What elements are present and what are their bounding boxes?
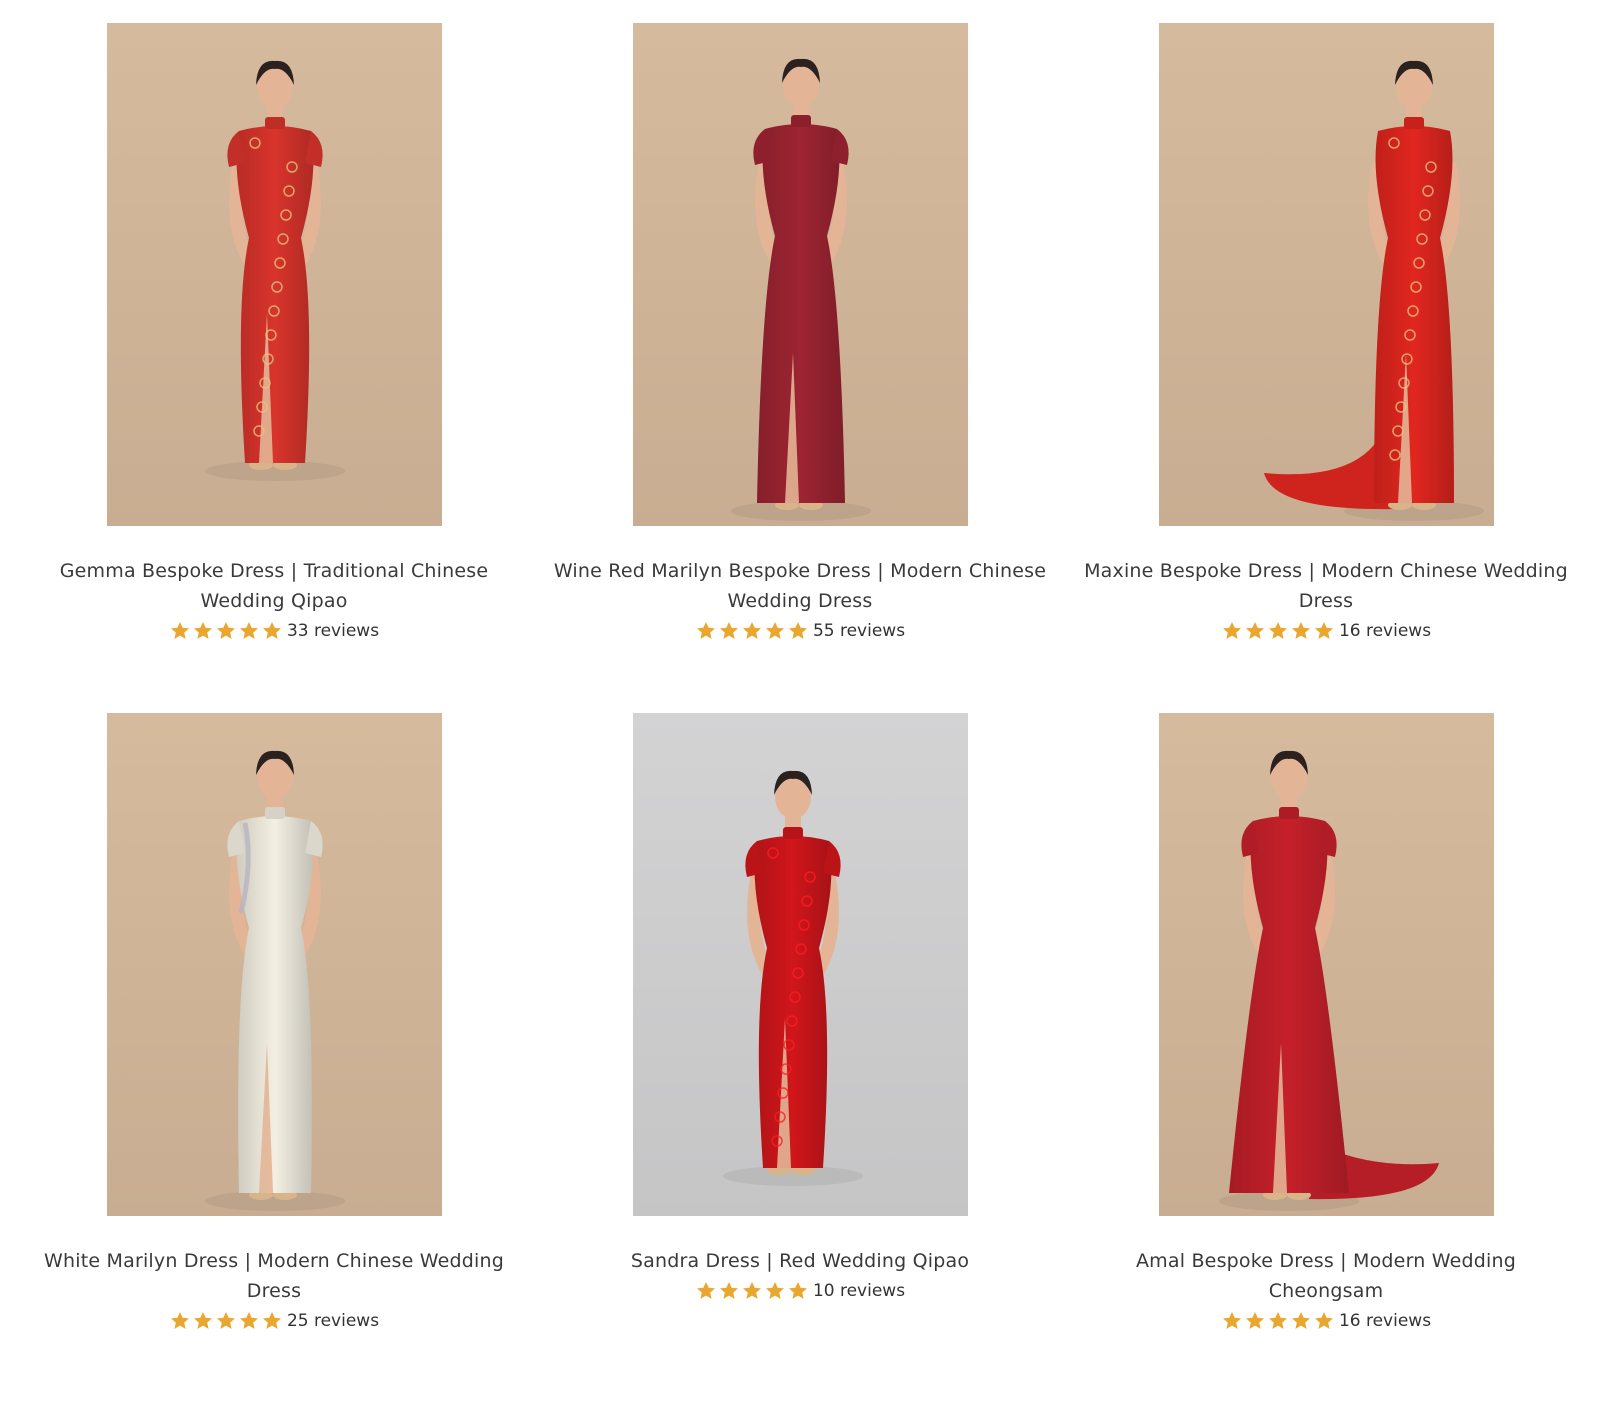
product-image[interactable]: [632, 713, 968, 1216]
star-icon: [718, 1280, 740, 1302]
star-icon: [215, 1310, 237, 1332]
star-icon: [1267, 1310, 1289, 1332]
star-icon: [695, 1280, 717, 1302]
star-icon: [1244, 1310, 1266, 1332]
star-icon: [261, 1310, 283, 1332]
star-icon: [787, 1280, 809, 1302]
product-title[interactable]: Amal Bespoke Dress | Modern Wedding Cheo…: [1076, 1246, 1576, 1306]
product-title[interactable]: Sandra Dress | Red Wedding Qipao: [550, 1246, 1050, 1276]
woman-in-red-gown-with-train-photo: [1158, 23, 1494, 526]
product-image[interactable]: [1158, 713, 1494, 1216]
product-rating[interactable]: 16 reviews: [1062, 618, 1590, 644]
star-icon: [169, 1310, 191, 1332]
product-rating[interactable]: 16 reviews: [1062, 1308, 1590, 1334]
product-image[interactable]: [632, 23, 968, 526]
star-icon: [718, 620, 740, 642]
woman-in-red-gold-brocade-qipao-photo: [106, 23, 442, 526]
star-icon: [787, 620, 809, 642]
product-card[interactable]: Maxine Bespoke Dress | Modern Chinese We…: [1062, 23, 1590, 644]
product-card[interactable]: Amal Bespoke Dress | Modern Wedding Cheo…: [1062, 713, 1590, 1334]
product-title[interactable]: Gemma Bespoke Dress | Traditional Chines…: [24, 556, 524, 616]
product-image[interactable]: [1158, 23, 1494, 526]
star-icon: [261, 620, 283, 642]
review-count[interactable]: 16 reviews: [1339, 621, 1431, 641]
star-icon: [764, 1280, 786, 1302]
product-title[interactable]: Maxine Bespoke Dress | Modern Chinese We…: [1076, 556, 1576, 616]
product-image[interactable]: [106, 713, 442, 1216]
star-icon: [238, 1310, 260, 1332]
star-icon: [1313, 1310, 1335, 1332]
star-rating: [695, 1280, 809, 1302]
star-icon: [1290, 1310, 1312, 1332]
product-rating[interactable]: 33 reviews: [10, 618, 538, 644]
star-rating: [1221, 620, 1335, 642]
star-rating: [169, 620, 283, 642]
product-card[interactable]: White Marilyn Dress | Modern Chinese Wed…: [10, 713, 538, 1334]
star-icon: [1221, 620, 1243, 642]
review-count[interactable]: 16 reviews: [1339, 1311, 1431, 1331]
star-icon: [741, 620, 763, 642]
star-icon: [238, 620, 260, 642]
woman-in-white-gown-photo: [106, 713, 442, 1216]
star-icon: [695, 620, 717, 642]
star-icon: [1244, 620, 1266, 642]
star-icon: [192, 1310, 214, 1332]
star-icon: [1313, 620, 1335, 642]
product-card[interactable]: Wine Red Marilyn Bespoke Dress | Modern …: [536, 23, 1064, 644]
review-count[interactable]: 25 reviews: [287, 1311, 379, 1331]
review-count[interactable]: 10 reviews: [813, 1281, 905, 1301]
woman-in-wine-red-gown-photo: [632, 23, 968, 526]
product-rating[interactable]: 25 reviews: [10, 1308, 538, 1334]
product-rating[interactable]: 55 reviews: [536, 618, 1064, 644]
star-icon: [1267, 620, 1289, 642]
review-count[interactable]: 33 reviews: [287, 621, 379, 641]
star-rating: [695, 620, 809, 642]
product-image[interactable]: [106, 23, 442, 526]
product-card[interactable]: Sandra Dress | Red Wedding Qipao 10 revi…: [536, 713, 1064, 1304]
woman-in-red-mermaid-gown-photo: [1158, 713, 1494, 1216]
product-grid: Gemma Bespoke Dress | Traditional Chines…: [0, 0, 1600, 1402]
product-title[interactable]: White Marilyn Dress | Modern Chinese Wed…: [24, 1246, 524, 1306]
star-icon: [764, 620, 786, 642]
product-rating[interactable]: 10 reviews: [536, 1278, 1064, 1304]
star-icon: [192, 620, 214, 642]
star-icon: [169, 620, 191, 642]
star-icon: [741, 1280, 763, 1302]
review-count[interactable]: 55 reviews: [813, 621, 905, 641]
product-card[interactable]: Gemma Bespoke Dress | Traditional Chines…: [10, 23, 538, 644]
product-title[interactable]: Wine Red Marilyn Bespoke Dress | Modern …: [550, 556, 1050, 616]
star-icon: [1290, 620, 1312, 642]
woman-in-red-lace-qipao-photo: [632, 713, 968, 1216]
star-icon: [215, 620, 237, 642]
star-rating: [1221, 1310, 1335, 1332]
star-rating: [169, 1310, 283, 1332]
star-icon: [1221, 1310, 1243, 1332]
